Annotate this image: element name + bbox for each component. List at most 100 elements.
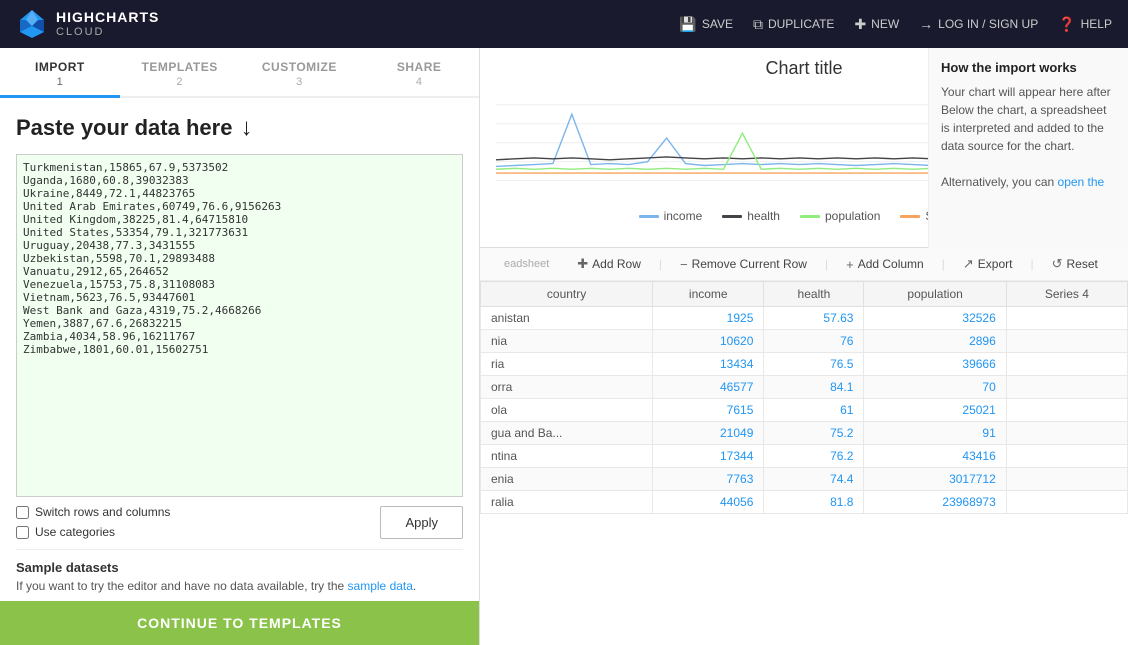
add-column-button[interactable]: + Add Column <box>842 255 928 274</box>
cell-country: anistan <box>481 307 653 330</box>
cell-country: nia <box>481 330 653 353</box>
duplicate-button[interactable]: ⧉ DUPLICATE <box>753 16 834 33</box>
cell-health: 76 <box>764 330 864 353</box>
table-row[interactable]: ralia 44056 81.8 23968973 <box>481 491 1128 514</box>
save-icon: 💾 <box>679 16 696 33</box>
cell-population: 32526 <box>864 307 1006 330</box>
use-categories-checkbox[interactable]: Use categories <box>16 525 170 539</box>
cell-health: 57.63 <box>764 307 864 330</box>
continue-button[interactable]: CONTINUE TO TEMPLATES <box>0 601 479 645</box>
legend-health: health <box>722 209 780 223</box>
add-column-icon: + <box>846 257 854 272</box>
sep4: | <box>1030 257 1033 271</box>
data-input[interactable]: Turkmenistan,15865,67.9,5373502 Uganda,1… <box>16 154 463 497</box>
tab-share-num: 4 <box>367 76 471 88</box>
login-button[interactable]: → LOG IN / SIGN UP <box>919 16 1038 32</box>
duplicate-icon: ⧉ <box>753 16 763 33</box>
cell-country: orra <box>481 376 653 399</box>
checkboxes: Switch rows and columns Use categories <box>16 505 170 539</box>
cell-series4 <box>1006 307 1127 330</box>
table-row[interactable]: ola 7615 61 25021 <box>481 399 1128 422</box>
cell-income: 21049 <box>653 422 764 445</box>
legend-income-label: income <box>664 209 703 223</box>
sep3: | <box>942 257 945 271</box>
switch-rows-checkbox[interactable]: Switch rows and columns <box>16 505 170 519</box>
logo-icon <box>16 8 48 40</box>
save-button[interactable]: 💾 SAVE <box>679 16 733 33</box>
info-text2: Below the chart, a spreadsheet <box>941 103 1106 117</box>
help-label: HELP <box>1081 17 1112 31</box>
table-row[interactable]: ria 13434 76.5 39666 <box>481 353 1128 376</box>
cell-income: 17344 <box>653 445 764 468</box>
spreadsheet-area[interactable]: eadsheet ✚ Add Row | − Remove Current Ro… <box>480 248 1128 645</box>
use-categories-input[interactable] <box>16 526 29 539</box>
legend-population-dot <box>800 215 820 218</box>
reset-button[interactable]: ↺ Reset <box>1048 254 1102 274</box>
cell-series4 <box>1006 445 1127 468</box>
legend-population-label: population <box>825 209 880 223</box>
table-row[interactable]: orra 46577 84.1 70 <box>481 376 1128 399</box>
info-open-link[interactable]: open the <box>1058 175 1105 189</box>
sep1: | <box>659 257 662 271</box>
tab-templates-num: 2 <box>128 76 232 88</box>
sep2: | <box>825 257 828 271</box>
switch-rows-input[interactable] <box>16 506 29 519</box>
help-icon: ❓ <box>1058 16 1075 33</box>
sample-datasets-desc: If you want to try the editor and have n… <box>16 579 463 593</box>
legend-series4-dot <box>900 215 920 218</box>
tab-import-num: 1 <box>8 76 112 88</box>
table-row[interactable]: anistan 1925 57.63 32526 <box>481 307 1128 330</box>
legend-health-label: health <box>747 209 780 223</box>
left-panel: IMPORT 1 TEMPLATES 2 CUSTOMIZE 3 SHARE 4… <box>0 48 480 645</box>
sample-datasets: Sample datasets If you want to try the e… <box>16 549 463 593</box>
table-row[interactable]: ntina 17344 76.2 43416 <box>481 445 1128 468</box>
new-icon: ✚ <box>854 16 866 33</box>
info-text4: data source for the chart. <box>941 139 1074 153</box>
reset-label: Reset <box>1066 257 1097 271</box>
import-content: Paste your data here ↓ Turkmenistan,1586… <box>0 98 479 601</box>
table-row[interactable]: nia 10620 76 2896 <box>481 330 1128 353</box>
info-text: Your chart will appear here after Below … <box>941 83 1116 191</box>
new-button[interactable]: ✚ NEW <box>854 16 899 33</box>
remove-row-label: Remove Current Row <box>692 257 807 271</box>
export-button[interactable]: ↗ Export <box>959 254 1017 274</box>
cell-country: ralia <box>481 491 653 514</box>
cell-income: 7763 <box>653 468 764 491</box>
info-text5: Alternatively, you can <box>941 175 1058 189</box>
use-categories-label: Use categories <box>35 525 115 539</box>
cell-health: 61 <box>764 399 864 422</box>
cell-population: 23968973 <box>864 491 1006 514</box>
add-row-button[interactable]: ✚ Add Row <box>573 254 645 274</box>
tab-templates[interactable]: TEMPLATES 2 <box>120 48 240 96</box>
main-layout: IMPORT 1 TEMPLATES 2 CUSTOMIZE 3 SHARE 4… <box>0 48 1128 645</box>
col-series4: Series 4 <box>1006 282 1127 307</box>
tab-import[interactable]: IMPORT 1 <box>0 48 120 96</box>
cell-income: 46577 <box>653 376 764 399</box>
table-row[interactable]: enia 7763 74.4 3017712 <box>481 468 1128 491</box>
top-navigation: HIGHCHARTS CLOUD 💾 SAVE ⧉ DUPLICATE ✚ NE… <box>0 0 1128 48</box>
table-row[interactable]: gua and Ba... 21049 75.2 91 <box>481 422 1128 445</box>
login-label: LOG IN / SIGN UP <box>938 17 1038 31</box>
export-icon: ↗ <box>963 256 974 272</box>
spreadsheet-label: eadsheet <box>492 254 561 274</box>
sample-data-link[interactable]: sample data <box>348 579 413 593</box>
cell-population: 70 <box>864 376 1006 399</box>
add-column-label: Add Column <box>858 257 924 271</box>
cell-health: 75.2 <box>764 422 864 445</box>
cell-income: 1925 <box>653 307 764 330</box>
sample-datasets-title: Sample datasets <box>16 560 463 575</box>
tab-customize[interactable]: CUSTOMIZE 3 <box>240 48 360 96</box>
cell-health: 74.4 <box>764 468 864 491</box>
paste-title-text: Paste your data here <box>16 115 232 141</box>
cell-country: ola <box>481 399 653 422</box>
add-row-icon: ✚ <box>577 256 588 272</box>
remove-row-button[interactable]: − Remove Current Row <box>676 255 811 274</box>
cell-income: 7615 <box>653 399 764 422</box>
arrow-down-icon: ↓ <box>240 114 252 142</box>
apply-button[interactable]: Apply <box>380 506 463 539</box>
cell-series4 <box>1006 376 1127 399</box>
tab-share[interactable]: SHARE 4 <box>359 48 479 96</box>
help-button[interactable]: ❓ HELP <box>1058 16 1112 33</box>
cell-country: ria <box>481 353 653 376</box>
table-header-row: country income health population Series … <box>481 282 1128 307</box>
